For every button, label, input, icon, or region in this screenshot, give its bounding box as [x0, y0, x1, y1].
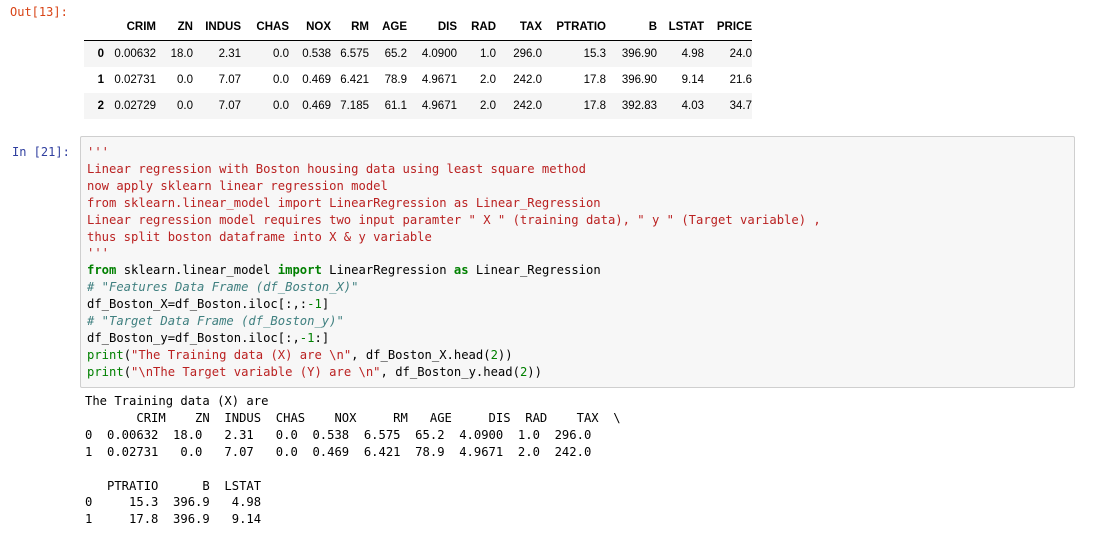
input-prompt: In [21]:: [12, 145, 70, 159]
table-cell: 396.90: [621, 74, 657, 86]
table-cell: 2.31: [218, 48, 241, 60]
table-cell: 4.0900: [421, 48, 457, 60]
table-cell: 0.00632: [114, 48, 156, 60]
column-header: RAD: [457, 13, 496, 41]
table-cell: 0.02731: [114, 74, 156, 86]
table-cell: 296.0: [513, 48, 542, 60]
code-comment: # "Target Data Frame (df_Boston_y)": [87, 314, 344, 329]
table-row: 1 0.02731 0.0 7.07 0.0 0.469 6.421 78.9 …: [84, 67, 752, 93]
keyword-import: import: [277, 263, 322, 278]
table-cell: 392.83: [621, 100, 657, 112]
code-print-2: print("\nThe Target variable (Y) are \n"…: [87, 364, 542, 379]
table-cell: 0.0: [177, 100, 193, 112]
column-header: AGE: [369, 13, 407, 41]
row-index: 2: [97, 100, 104, 112]
column-header: ZN: [156, 13, 193, 41]
column-header: INDUS: [193, 13, 241, 41]
code-text[interactable]: ''' Linear regression with Boston housin…: [87, 144, 821, 381]
table-cell: 78.9: [384, 74, 407, 86]
column-header: DIS: [407, 13, 457, 41]
table-cell: 1.0: [480, 48, 496, 60]
column-header: PTRATIO: [542, 13, 606, 41]
table-cell: 61.1: [384, 100, 407, 112]
table-cell: 242.0: [513, 100, 542, 112]
docstring-close: ''': [87, 246, 110, 261]
column-header: B: [606, 13, 657, 41]
dataframe-table: CRIM ZN INDUS CHAS NOX RM AGE DIS RAD TA…: [84, 13, 752, 119]
table-cell: 0.0: [273, 100, 289, 112]
output-line: CRIM ZN INDUS CHAS NOX RM AGE DIS RAD TA…: [85, 410, 621, 425]
docstring-line: now apply sklearn linear regression mode…: [87, 178, 388, 193]
output-line: 1 17.8 396.9 9.14: [85, 512, 262, 527]
table-cell: 6.421: [340, 74, 369, 86]
table-cell: 0.0: [177, 74, 193, 86]
code-line-y: df_Boston_y=df_Boston.iloc[:,-1:]: [87, 330, 330, 345]
table-cell: 0.469: [302, 74, 331, 86]
table-cell: 4.03: [681, 100, 704, 112]
table-cell: 396.90: [621, 48, 657, 60]
column-header: TAX: [496, 13, 542, 41]
column-header: CHAS: [241, 13, 289, 41]
output-line: 0 15.3 396.9 4.98: [85, 495, 262, 510]
output-line: The Training data (X) are: [85, 394, 269, 408]
table-cell: 18.0: [170, 48, 193, 60]
table-cell: 2.0: [480, 74, 496, 86]
table-cell: 24.0: [729, 48, 752, 60]
code-comment: # "Features Data Frame (df_Boston_X)": [87, 280, 359, 295]
docstring-line: Linear regression with Boston housing da…: [87, 161, 586, 176]
table-cell: 4.9671: [421, 100, 457, 112]
table-cell: 7.185: [340, 100, 369, 112]
column-header: PRICE: [704, 13, 752, 41]
table-cell: 7.07: [218, 74, 241, 86]
table-cell: 0.0: [273, 48, 289, 60]
table-cell: 9.14: [681, 74, 704, 86]
docstring-line: thus split boston dataframe into X & y v…: [87, 229, 432, 244]
docstring-open: ''': [87, 145, 110, 159]
output-line: 1 0.02731 0.0 7.07 0.0 0.469 6.421 78.9 …: [85, 444, 592, 459]
column-header: CRIM: [104, 13, 156, 41]
table-cell: 21.6: [729, 74, 752, 86]
cell-output-text: The Training data (X) are CRIM ZN INDUS …: [85, 393, 621, 528]
table-cell: 0.0: [273, 74, 289, 86]
column-header: LSTAT: [657, 13, 704, 41]
table-cell: 0.538: [302, 48, 331, 60]
table-cell: 17.8: [583, 74, 606, 86]
module-name: sklearn.linear_model: [116, 263, 278, 278]
import-name: LinearRegression: [321, 263, 454, 278]
table-cell: 2.0: [480, 100, 496, 112]
table-row: 0 0.00632 18.0 2.31 0.0 0.538 6.575 65.2…: [84, 40, 752, 67]
column-header: NOX: [289, 13, 331, 41]
index-header: [84, 13, 104, 41]
table-cell: 7.07: [218, 100, 241, 112]
table-cell: 0.469: [302, 100, 331, 112]
output-prompt: Out[13]:: [10, 5, 68, 19]
output-line: PTRATIO B LSTAT: [85, 478, 262, 493]
row-index: 1: [97, 74, 104, 86]
import-alias: Linear_Regression: [468, 263, 601, 278]
row-index: 0: [97, 48, 104, 60]
table-cell: 4.98: [681, 48, 704, 60]
table-cell: 15.3: [583, 48, 606, 60]
keyword-from: from: [87, 263, 117, 278]
code-cell-editor[interactable]: ''' Linear regression with Boston housin…: [80, 136, 1075, 388]
table-cell: 242.0: [513, 74, 542, 86]
docstring-line: from sklearn.linear_model import LinearR…: [87, 195, 601, 210]
column-header: RM: [331, 13, 369, 41]
table-header-row: CRIM ZN INDUS CHAS NOX RM AGE DIS RAD TA…: [84, 13, 752, 41]
table-cell: 17.8: [583, 100, 606, 112]
table-cell: 4.9671: [421, 74, 457, 86]
table-cell: 0.02729: [114, 100, 156, 112]
docstring-line: Linear regression model requires two inp…: [87, 212, 821, 227]
table-cell: 65.2: [384, 48, 407, 60]
table-cell: 34.7: [729, 100, 752, 112]
keyword-as: as: [453, 263, 469, 278]
output-line: 0 0.00632 18.0 2.31 0.0 0.538 6.575 65.2…: [85, 427, 592, 442]
code-print-1: print("The Training data (X) are \n", df…: [87, 347, 513, 362]
table-cell: 6.575: [340, 48, 369, 60]
table-row: 2 0.02729 0.0 7.07 0.0 0.469 7.185 61.1 …: [84, 93, 752, 119]
code-line-x: df_Boston_X=df_Boston.iloc[:,:-1]: [87, 297, 330, 312]
